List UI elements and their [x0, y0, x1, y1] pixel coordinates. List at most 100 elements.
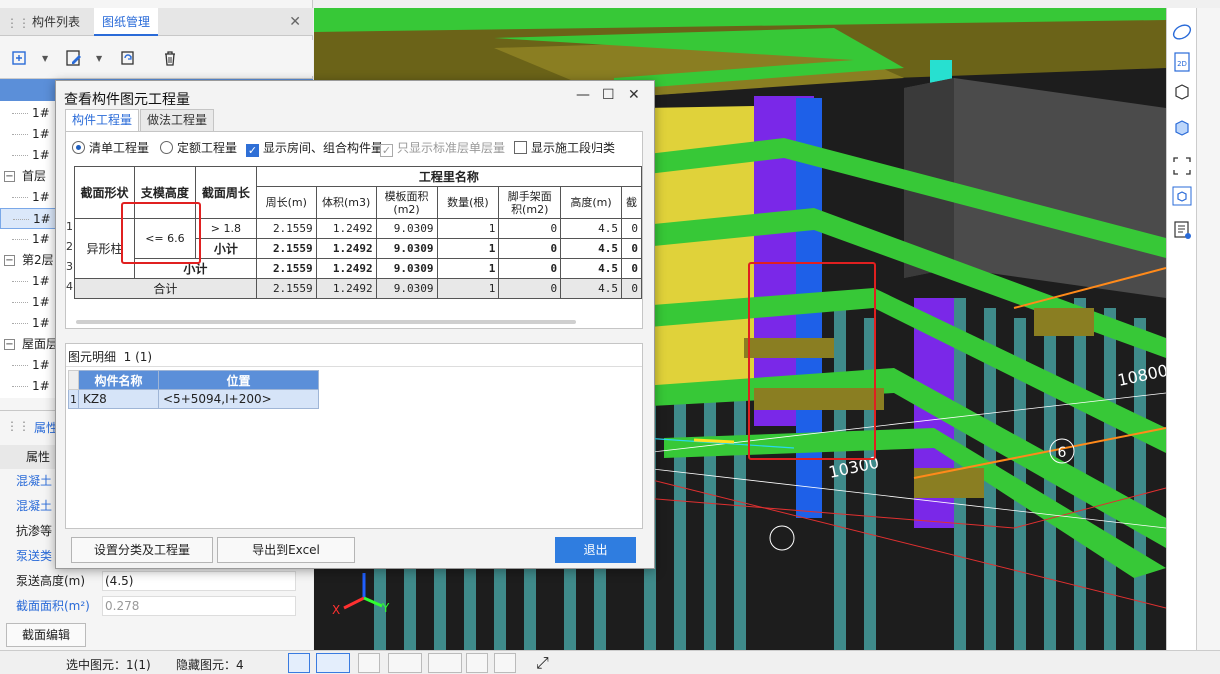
property-name: 混凝土 — [16, 499, 53, 513]
check-construction-stage[interactable]: 显示施工段归类 — [514, 140, 615, 156]
table-cell: 1 — [436, 238, 500, 259]
checkbox[interactable] — [514, 141, 527, 154]
exit-button[interactable]: 退出 — [555, 537, 636, 563]
radio-quota-quantity[interactable]: 定额工程量 — [160, 140, 237, 156]
table-cell: 2.1559 — [255, 258, 317, 279]
property-value[interactable]: (4.5) — [102, 571, 296, 591]
selected-column-highlight — [748, 262, 876, 460]
wireframe-cube-icon[interactable] — [1170, 80, 1194, 104]
table-cell: 4.5 — [560, 278, 622, 299]
orbit-icon[interactable] — [1170, 20, 1194, 44]
svg-text:2D: 2D — [1177, 60, 1187, 68]
solid-cube-icon[interactable] — [1170, 116, 1194, 140]
export-excel-button[interactable]: 导出到Excel — [217, 537, 355, 563]
drawing-toolbar: ▼ ▼ — [0, 40, 313, 76]
tree-item-label: 1# — [32, 358, 50, 372]
collapse-icon[interactable]: − — [4, 255, 15, 266]
table-cell: 2.1559 — [255, 278, 317, 299]
edit-dropdown-caret-icon[interactable]: ▼ — [96, 54, 102, 63]
col-position: 位置 — [158, 370, 319, 390]
table-cell: 1 — [436, 258, 500, 279]
arc-icon[interactable] — [494, 653, 516, 673]
axis-label-5: 6 — [1058, 445, 1067, 461]
table-cell: 2.1559 — [255, 218, 317, 239]
table-cell: 0 — [498, 238, 562, 259]
close-icon[interactable]: ✕ — [628, 87, 640, 103]
property-name: 抗渗等 — [16, 524, 53, 538]
edit-drawing-icon[interactable] — [62, 46, 86, 70]
row-number: 3 — [66, 260, 73, 273]
orthogonal-icon[interactable] — [288, 653, 310, 673]
tree-item-label: 屋面层 — [22, 337, 59, 351]
table-cell: 1 — [436, 278, 500, 299]
display-settings-icon[interactable] — [1170, 218, 1194, 242]
2d-view-icon[interactable]: 2D — [1170, 50, 1194, 74]
property-name: 泵送高度(m) — [16, 574, 86, 588]
section-edit-button[interactable]: 截面编辑 — [6, 623, 86, 647]
horizontal-scrollbar[interactable] — [76, 320, 576, 324]
radio-dot[interactable] — [72, 141, 85, 154]
cell-position[interactable]: <5+5094,I+200> — [158, 389, 319, 409]
tab-component-quantity[interactable]: 构件工程量 — [65, 109, 140, 131]
table-cell: 1.2492 — [315, 238, 377, 259]
property-name: 泵送类 — [16, 549, 53, 563]
tab-method-quantity[interactable]: 做法工程量 — [140, 109, 215, 131]
detail-table: 构件名称 位置 1 KZ8 <5+5094,I+200> — [68, 370, 319, 409]
view-3d-icon[interactable] — [1170, 184, 1194, 208]
add-dropdown-caret-icon[interactable]: ▼ — [42, 54, 48, 63]
checkbox: ✓ — [380, 144, 393, 157]
refresh-drawing-icon[interactable] — [116, 46, 140, 70]
cell-component-name[interactable]: KZ8 — [78, 389, 159, 409]
settings-button[interactable]: 设置分类及工程量 — [71, 537, 213, 563]
collapse-icon[interactable]: − — [4, 171, 15, 182]
table-cell: 0 — [620, 218, 643, 239]
collapse-icon[interactable]: − — [4, 339, 15, 350]
check-show-room[interactable]: ✓ 显示房间、组合构件量 — [246, 140, 383, 157]
tree-connector — [12, 155, 28, 156]
tree-connector — [12, 386, 28, 387]
table-row[interactable]: 1 KZ8 <5+5094,I+200> — [68, 389, 319, 409]
snap-icon[interactable] — [428, 653, 462, 673]
cross-select-icon[interactable] — [358, 653, 380, 673]
check-standard-floor: ✓ 只显示标准层单层量 — [380, 141, 506, 157]
svg-text:Y: Y — [381, 601, 390, 615]
minimize-icon[interactable]: — — [576, 87, 590, 103]
select-box-icon[interactable] — [316, 653, 350, 673]
tree-connector — [12, 197, 28, 198]
radio-list-quantity[interactable]: 清单工程量 — [72, 140, 149, 156]
table-cell: 4.5 — [560, 258, 622, 279]
element-detail-panel: 图元明细 1 (1) 构件名称 位置 1 KZ8 <5+5094,I+200> — [65, 343, 643, 529]
checkbox[interactable]: ✓ — [246, 144, 259, 157]
table-cell: 9.0309 — [375, 238, 438, 259]
col-formwork-area: 模板面积(m2) — [375, 186, 438, 219]
fullscreen-icon[interactable]: ⤢ — [536, 653, 549, 673]
tree-connector — [12, 323, 28, 324]
right-collapsed-panel[interactable] — [1196, 8, 1220, 650]
tree-item-label: 1# — [32, 148, 50, 162]
tree-item-label: 1# — [33, 212, 51, 226]
property-name: 混凝土 — [16, 474, 53, 488]
tab-component-list[interactable]: 构件列表 — [24, 8, 88, 36]
table-cell: 9.0309 — [375, 278, 438, 299]
angle-icon[interactable] — [388, 653, 422, 673]
drag-grip-icon[interactable]: ⋮⋮ — [6, 16, 30, 30]
drag-grip-icon[interactable]: ⋮⋮ — [6, 419, 30, 433]
add-drawing-icon[interactable] — [8, 46, 32, 70]
maximize-icon[interactable]: ☐ — [602, 87, 615, 103]
svg-text:X: X — [332, 603, 340, 617]
property-value[interactable]: 0.278 — [102, 596, 296, 616]
tree-item-label: 1# — [32, 190, 50, 204]
status-bar: 选中图元：1(1) 隐藏图元：4 ⤢ — [0, 650, 1220, 674]
close-icon[interactable]: ✕ — [289, 14, 301, 30]
screen-icon[interactable] — [466, 653, 488, 673]
delete-icon[interactable] — [158, 46, 182, 70]
radio-dot[interactable] — [160, 141, 173, 154]
property-name: 截面面积(m²) — [16, 599, 90, 613]
detail-title: 图元明细 1 (1) — [68, 350, 153, 364]
row-number: 1 — [66, 220, 73, 233]
table-cell: 9.0309 — [375, 218, 438, 239]
tree-connector — [12, 365, 28, 366]
zoom-extents-icon[interactable] — [1170, 154, 1194, 178]
table-cell: 0 — [498, 218, 562, 239]
tab-drawing-management[interactable]: 图纸管理 — [94, 8, 159, 36]
